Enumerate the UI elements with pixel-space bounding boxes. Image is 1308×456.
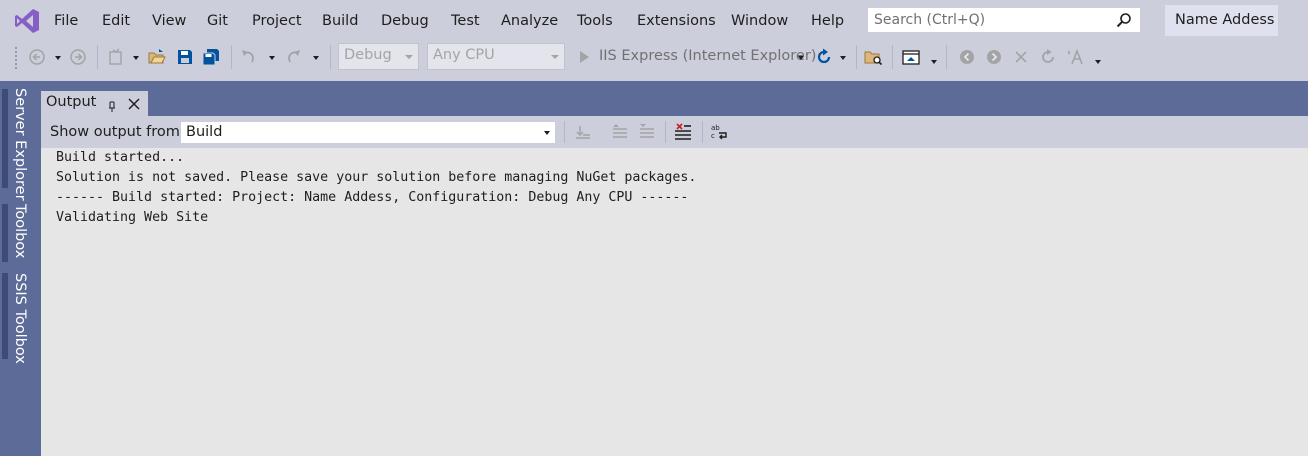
- output-tab[interactable]: Output: [41, 91, 148, 116]
- chevron-down-icon: [544, 131, 550, 135]
- platform-value: Any CPU: [433, 47, 495, 63]
- visual-studio-logo-icon: [14, 8, 40, 34]
- undo-icon[interactable]: [240, 48, 258, 66]
- svg-text:c: c: [711, 132, 715, 140]
- side-tab-indicator: [2, 204, 8, 262]
- stop-icon[interactable]: [1012, 48, 1030, 66]
- output-line: Validating Web Site: [56, 210, 209, 225]
- browser-link-icon[interactable]: [902, 48, 920, 66]
- platform-select[interactable]: Any CPU: [427, 43, 565, 70]
- menu-view[interactable]: View: [152, 12, 186, 30]
- close-icon[interactable]: [127, 96, 141, 110]
- clear-all-icon[interactable]: [674, 123, 692, 141]
- play-icon[interactable]: [575, 48, 593, 66]
- open-folder-icon[interactable]: [148, 48, 166, 66]
- toolbar-grip[interactable]: [14, 46, 18, 70]
- toolbar-separator: [702, 121, 703, 143]
- redo-icon[interactable]: [284, 48, 302, 66]
- refresh-dropdown-arrow[interactable]: [840, 56, 846, 60]
- svg-text:ab: ab: [711, 124, 720, 132]
- run-target-dropdown-arrow[interactable]: [798, 56, 804, 60]
- go-to-next-message-icon[interactable]: [638, 123, 656, 141]
- menu-file[interactable]: File: [54, 12, 78, 30]
- find-message-in-code-icon[interactable]: [574, 123, 592, 141]
- toolbar-overflow-arrow[interactable]: [1095, 60, 1101, 64]
- find-in-files-icon[interactable]: [864, 48, 882, 66]
- new-project-icon[interactable]: [107, 48, 125, 66]
- output-source-select[interactable]: Build: [180, 121, 556, 144]
- back-icon[interactable]: [28, 48, 46, 66]
- ssis-toolbox-tab[interactable]: SSIS Toolbox: [12, 273, 28, 364]
- side-tab-indicator: [2, 89, 8, 188]
- toolbar-separator: [564, 121, 565, 143]
- output-source-value: Build: [186, 124, 223, 140]
- nav-forward-icon[interactable]: [985, 48, 1003, 66]
- toolbar-separator: [665, 121, 666, 143]
- chevron-down-icon: [551, 55, 559, 59]
- account-button[interactable]: Name Addess: [1165, 5, 1278, 36]
- output-line: Solution is not saved. Please save your …: [56, 170, 697, 185]
- server-explorer-tab[interactable]: Server Explorer: [12, 88, 28, 201]
- menu-debug[interactable]: Debug: [381, 12, 429, 30]
- output-toolbar: Show output from: Build ab c: [41, 116, 1308, 148]
- browser-link-dropdown-arrow[interactable]: [931, 60, 937, 64]
- menu-project[interactable]: Project: [252, 12, 302, 30]
- run-target-button[interactable]: IIS Express (Internet Explorer): [599, 48, 816, 64]
- menu-tools[interactable]: Tools: [577, 12, 613, 30]
- output-window: Output Show output from: Build ab c Buil…: [41, 81, 1308, 456]
- menu-bar: File Edit View Git Project Build Debug T…: [0, 0, 1308, 42]
- save-icon[interactable]: [176, 48, 194, 66]
- toolbar-separator: [856, 45, 857, 69]
- menu-edit[interactable]: Edit: [102, 12, 130, 30]
- standard-toolbar: Debug Any CPU IIS Express (Internet Expl…: [0, 42, 1308, 73]
- pin-icon[interactable]: [106, 97, 118, 112]
- show-output-from-label: Show output from:: [50, 124, 185, 140]
- menu-window[interactable]: Window: [731, 12, 788, 30]
- toolbar-separator: [946, 45, 947, 69]
- new-project-dropdown-arrow[interactable]: [133, 56, 139, 60]
- save-all-icon[interactable]: [202, 48, 220, 66]
- undo-dropdown-arrow[interactable]: [269, 56, 275, 60]
- output-line: Build started...: [56, 150, 185, 165]
- tool-window-strip: Server Explorer Toolbox SSIS Toolbox: [0, 81, 41, 456]
- output-title: Output: [46, 94, 97, 110]
- toolbar-separator: [892, 45, 893, 69]
- chevron-down-icon: [405, 55, 413, 59]
- word-wrap-icon[interactable]: ab c: [711, 123, 729, 141]
- toolbox-tab[interactable]: Toolbox: [12, 204, 28, 258]
- search-input[interactable]: Search (Ctrl+Q): [867, 7, 1141, 33]
- toolbar-separator: [330, 45, 331, 69]
- search-icon[interactable]: [1116, 12, 1132, 28]
- menu-test[interactable]: Test: [451, 12, 480, 30]
- forward-icon[interactable]: [69, 48, 87, 66]
- output-line: ------ Build started: Project: Name Adde…: [56, 190, 689, 205]
- menu-extensions[interactable]: Extensions: [637, 12, 716, 30]
- account-name: Name Addess: [1175, 12, 1275, 28]
- nav-back-icon[interactable]: [958, 48, 976, 66]
- output-text-area[interactable]: Build started... Solution is not saved. …: [41, 148, 1308, 456]
- back-dropdown-arrow[interactable]: [55, 56, 61, 60]
- search-placeholder: Search (Ctrl+Q): [874, 12, 986, 28]
- side-tab-indicator: [2, 273, 8, 359]
- configuration-value: Debug: [344, 47, 392, 63]
- menu-git[interactable]: Git: [207, 12, 228, 30]
- reload-icon[interactable]: [1039, 48, 1057, 66]
- toolbar-separator: [97, 45, 98, 69]
- menu-build[interactable]: Build: [322, 12, 358, 30]
- menu-help[interactable]: Help: [811, 12, 844, 30]
- configuration-select[interactable]: Debug: [338, 43, 419, 70]
- go-to-previous-message-icon[interactable]: [611, 123, 629, 141]
- menu-analyze[interactable]: Analyze: [501, 12, 558, 30]
- redo-dropdown-arrow[interactable]: [313, 56, 319, 60]
- refresh-icon[interactable]: [815, 48, 833, 66]
- toolbar-separator: [231, 45, 232, 69]
- font-size-icon[interactable]: [1066, 48, 1084, 66]
